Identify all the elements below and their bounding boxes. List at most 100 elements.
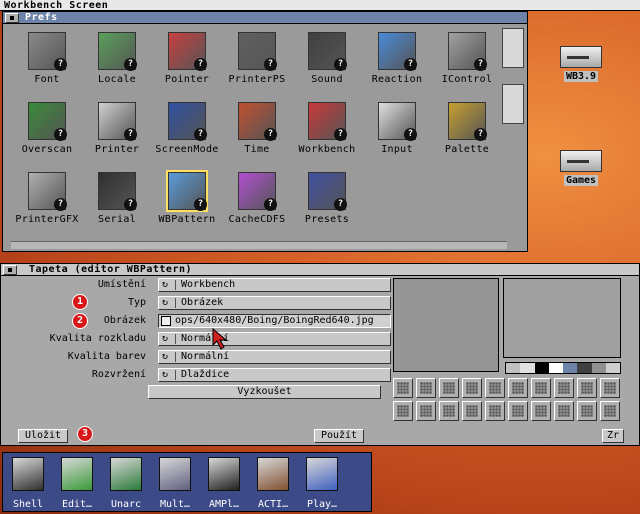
sound-icon: ? [308, 32, 347, 71]
pattern-tile[interactable] [393, 401, 413, 421]
color-quality-label: Kvalita barev [67, 351, 146, 362]
dock-item-multiview[interactable]: Mult… [152, 457, 198, 511]
prefs-icon-label: Time [244, 144, 270, 155]
pattern-tile[interactable] [554, 378, 574, 398]
mouse-pointer-icon [212, 328, 228, 350]
palette-swatch[interactable] [520, 363, 535, 373]
pattern-swatch [397, 405, 409, 417]
question-badge-icon: ? [334, 198, 347, 211]
pattern-tile[interactable] [416, 378, 436, 398]
prefs-icon-label: PrinterGFX [15, 214, 79, 225]
pattern-tile[interactable] [531, 401, 551, 421]
desktop-icon-label: Games [563, 175, 599, 186]
pattern-tile[interactable] [485, 378, 505, 398]
dock-item-activity[interactable]: ACTI… [250, 457, 296, 511]
pattern-swatch [512, 405, 524, 417]
pattern-tile[interactable] [393, 378, 413, 398]
pattern-tile[interactable] [577, 378, 597, 398]
pattern-tile[interactable] [416, 401, 436, 421]
dock-item-edit[interactable]: Edit… [54, 457, 100, 511]
layout-cycle[interactable]: Dlaždice [158, 368, 391, 382]
prefs-icon-icontrol[interactable]: ? IControl [431, 26, 503, 96]
dock-item-amplifier[interactable]: AMPl… [201, 457, 247, 511]
prefs-icon-input[interactable]: ? Input [361, 96, 433, 166]
prefs-icon-cachecdfs[interactable]: ? CacheCDFS [221, 166, 293, 236]
prefs-icon-printerps[interactable]: ? PrinterPS [221, 26, 293, 96]
prefs-icon-time[interactable]: ? Time [221, 96, 293, 166]
prefs-icon-label: Pointer [164, 74, 210, 85]
palette-swatch[interactable] [563, 363, 578, 373]
placement-cycle[interactable]: Workbench [158, 278, 391, 292]
use-button[interactable]: Použít [314, 429, 364, 443]
prefs-icon-printer[interactable]: ? Printer [81, 96, 153, 166]
pattern-tile[interactable] [485, 401, 505, 421]
pattern-tile[interactable] [462, 401, 482, 421]
close-icon[interactable] [3, 265, 17, 275]
pattern-tile[interactable] [462, 378, 482, 398]
depth-gadget[interactable] [502, 28, 524, 68]
zoom-gadget[interactable] [502, 84, 524, 124]
color-quality-cycle[interactable]: Normální [158, 350, 391, 364]
palette-swatch[interactable] [591, 363, 606, 373]
desktop-icon-wb39[interactable]: WB3.9 [546, 46, 616, 82]
pattern-tile[interactable] [600, 378, 620, 398]
pattern-swatch [535, 382, 547, 394]
palette-swatch[interactable] [506, 363, 521, 373]
prefs-icon-font[interactable]: ? Font [11, 26, 83, 96]
prefs-icon-presets[interactable]: ? Presets [291, 166, 363, 236]
close-icon[interactable] [5, 13, 19, 23]
prefs-icon-printergfx[interactable]: ? PrinterGFX [11, 166, 83, 236]
horizontal-scrollbar[interactable] [11, 241, 507, 249]
render-quality-cycle[interactable]: Normální [158, 332, 391, 346]
dock-item-shell[interactable]: Shell [5, 457, 51, 511]
dock-item-play[interactable]: Play… [299, 457, 345, 511]
prefs-icon-sound[interactable]: ? Sound [291, 26, 363, 96]
pattern-tile[interactable] [439, 378, 459, 398]
pattern-swatch [466, 405, 478, 417]
prefs-icon-serial[interactable]: ? Serial [81, 166, 153, 236]
prefs-window-title: Prefs [25, 12, 58, 23]
prefs-icon-reaction[interactable]: ? Reaction [361, 26, 433, 96]
palette-swatch[interactable] [577, 363, 592, 373]
desktop-icon-games[interactable]: Games [546, 150, 616, 186]
palette-bar[interactable] [505, 362, 621, 374]
dock-item-unarc[interactable]: Unarc [103, 457, 149, 511]
screen-title-bar[interactable]: Workbench Screen [0, 0, 640, 11]
pattern-tile[interactable] [531, 378, 551, 398]
prefs-icon-overscan[interactable]: ? Overscan [11, 96, 83, 166]
cancel-button[interactable]: Zr [602, 429, 624, 443]
prefs-icon-pointer[interactable]: ? Pointer [151, 26, 223, 96]
reaction-icon: ? [378, 32, 417, 71]
prefs-icon-workbench[interactable]: ? Workbench [291, 96, 363, 166]
pattern-tile[interactable] [600, 401, 620, 421]
prefs-window-title-bar[interactable]: Prefs [3, 12, 527, 24]
prefs-icon-locale[interactable]: ? Locale [81, 26, 153, 96]
question-badge-icon: ? [194, 58, 207, 71]
pattern-tile[interactable] [439, 401, 459, 421]
editor-title-bar[interactable]: Tapeta (editor WBPattern) [1, 264, 639, 276]
pattern-swatch [558, 382, 570, 394]
pattern-tile[interactable] [554, 401, 574, 421]
getfile-icon[interactable] [161, 316, 171, 326]
pattern-preview[interactable] [393, 278, 499, 372]
question-badge-icon: ? [404, 128, 417, 141]
prefs-icon-screenmode[interactable]: ? ScreenMode [151, 96, 223, 166]
pattern-edit-area[interactable] [503, 278, 621, 358]
test-button[interactable]: Vyzkoušet [148, 385, 381, 399]
palette-swatch[interactable] [548, 363, 563, 373]
pointer-icon: ? [168, 32, 207, 71]
prefs-icon-wbpattern[interactable]: ? WBPattern [151, 166, 223, 236]
screenmode-icon: ? [168, 102, 207, 141]
palette-swatch[interactable] [534, 363, 549, 373]
palette-swatch[interactable] [605, 363, 620, 373]
pattern-tile[interactable] [508, 378, 528, 398]
type-cycle[interactable]: Obrázek [158, 296, 391, 310]
question-badge-icon: ? [124, 128, 137, 141]
image-path-field[interactable]: ops/640x480/Boing/BoingRed640.jpg [158, 314, 391, 328]
pattern-tile[interactable] [508, 401, 528, 421]
prefs-icon-label: Presets [304, 214, 350, 225]
pattern-tile[interactable] [577, 401, 597, 421]
save-button[interactable]: Uložit [18, 429, 68, 443]
cachecdfs-icon: ? [238, 172, 277, 211]
prefs-icon-palette[interactable]: ? Palette [431, 96, 503, 166]
